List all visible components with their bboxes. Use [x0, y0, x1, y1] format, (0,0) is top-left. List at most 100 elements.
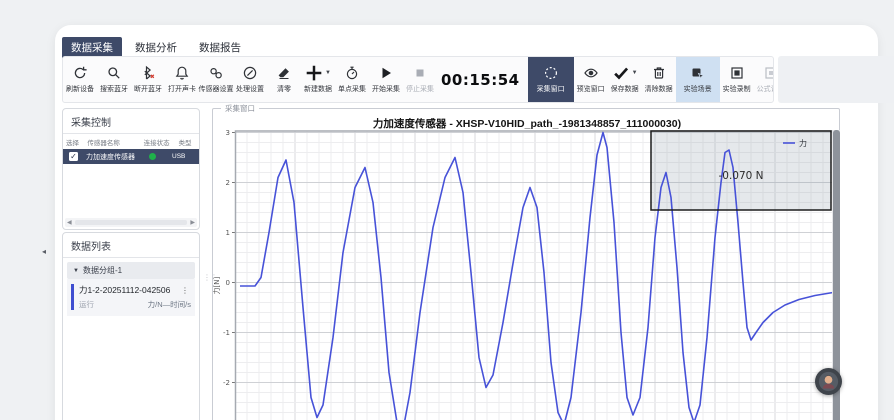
sensor-settings-button[interactable]: 传感器设置 — [199, 57, 233, 102]
button-label: 实验场景 — [684, 84, 712, 94]
data-item-axes: 力/N—时间/s — [148, 299, 191, 310]
button-label: 清除数据 — [645, 84, 673, 94]
acquisition-timer: 00:15:54 — [437, 57, 528, 102]
zero-button[interactable]: 清零 — [267, 57, 301, 102]
svg-text:-2: -2 — [223, 379, 230, 387]
acquisition-control-panel: 采集控制 选择 传感器名称 连接状态 类型 ✓ 力加速度传感器 USB ◀ ▶ — [62, 108, 200, 230]
col-type: 类型 — [179, 137, 196, 147]
data-group-row[interactable]: ▼ 数据分组-1 — [67, 262, 195, 279]
save-data-button[interactable]: ▼ 保存数据 — [608, 57, 642, 102]
col-select: 选择 — [66, 137, 87, 147]
panel-resize-handle[interactable]: ⋮⋮ — [203, 273, 217, 282]
button-label: 搜索蓝牙 — [100, 84, 128, 94]
sensor-row[interactable]: ✓ 力加速度传感器 USB — [63, 149, 199, 164]
col-sensor-name: 传感器名称 — [87, 137, 143, 147]
data-list-item[interactable]: 力1-2-20251112-042506 ⋮ 运行 力/N—时间/s — [67, 279, 195, 316]
search-icon — [106, 65, 122, 82]
stop-acquisition-button[interactable]: 停止采集 — [403, 57, 437, 102]
chart-title: 力加速度传感器 - XHSP-V10HID_path_-1981348857_1… — [213, 116, 841, 131]
formula-calc-button[interactable]: 公式计算 — [754, 57, 774, 102]
edit-circle-icon — [242, 65, 258, 82]
scroll-left-icon[interactable]: ◀ — [65, 219, 74, 226]
caret-down-icon: ▼ — [325, 70, 331, 76]
svg-text:3: 3 — [226, 130, 230, 137]
experiment-record-button[interactable]: 实验录制 — [720, 57, 754, 102]
sensor-checkbox[interactable]: ✓ — [69, 152, 78, 161]
refresh-device-button[interactable]: 刷新设备 — [63, 57, 97, 102]
acquisition-chart-panel: 采集窗口 力加速度传感器 - XHSP-V10HID_path_-1981348… — [212, 108, 840, 420]
app-window: 数据采集 数据分析 数据报告 刷新设备 搜索蓝牙 断开蓝牙 — [55, 25, 878, 420]
svg-text:1: 1 — [226, 229, 230, 237]
refresh-icon — [72, 65, 88, 82]
play-icon — [378, 65, 394, 82]
scene-icon — [690, 65, 706, 82]
button-label: 打开声卡 — [168, 84, 196, 94]
single-point-icon — [344, 65, 360, 82]
stop-icon — [412, 65, 428, 82]
legend-label: 力 — [799, 138, 807, 148]
button-label: 实验录制 — [723, 84, 751, 94]
button-label: 单点采集 — [338, 84, 366, 94]
horizontal-scrollbar[interactable]: ◀ ▶ — [65, 218, 197, 227]
disconnect-bluetooth-button[interactable]: 断开蓝牙 — [131, 57, 165, 102]
panel-title: 采集控制 — [63, 109, 199, 134]
status-dot — [149, 153, 156, 160]
bell-icon — [174, 65, 190, 82]
sensor-type: USB — [172, 153, 185, 160]
group-label: 数据分组-1 — [83, 265, 122, 276]
button-label: 停止采集 — [406, 84, 434, 94]
trash-icon — [651, 65, 667, 82]
eye-icon — [583, 65, 599, 82]
col-status: 连接状态 — [144, 137, 179, 147]
preview-window-button[interactable]: 预览窗口 — [574, 57, 608, 102]
button-label: 开始采集 — [372, 84, 400, 94]
search-bluetooth-button[interactable]: 搜索蓝牙 — [97, 57, 131, 102]
eraser-icon — [276, 65, 292, 82]
open-soundcard-button[interactable]: 打开声卡 — [165, 57, 199, 102]
y-axis: 3210-1-2力[N] — [213, 130, 235, 387]
clear-data-button[interactable]: 清除数据 — [642, 57, 676, 102]
svg-text:2: 2 — [226, 179, 230, 187]
new-data-button[interactable]: ▼ 新建数据 — [301, 57, 335, 102]
scroll-right-icon[interactable]: ▶ — [188, 219, 197, 226]
sensor-icon — [208, 65, 224, 82]
panel-title: 数据列表 — [63, 233, 199, 258]
toolbar-extension — [778, 56, 894, 103]
kebab-menu-icon[interactable]: ⋮ — [179, 286, 191, 295]
check-icon: ▼ — [612, 65, 638, 82]
acquisition-window-button[interactable]: 采集窗口 — [528, 57, 574, 102]
button-label: 公式计算 — [757, 84, 774, 94]
button-label: 保存数据 — [611, 84, 639, 94]
sensor-table-header: 选择 传感器名称 连接状态 类型 — [63, 134, 199, 149]
assistant-avatar-button[interactable] — [815, 368, 842, 395]
button-label: 预览窗口 — [577, 84, 605, 94]
chevron-down-icon: ▼ — [73, 268, 79, 274]
annotation-value: -0.070 N — [718, 170, 763, 182]
start-acquisition-button[interactable]: 开始采集 — [369, 57, 403, 102]
dashed-circle-icon — [543, 65, 559, 82]
single-point-button[interactable]: 单点采集 — [335, 57, 369, 102]
svg-text:-1: -1 — [223, 329, 230, 337]
experiment-scene-button[interactable]: 实验场景 — [676, 57, 720, 102]
avatar-icon — [818, 371, 839, 392]
button-label: 清零 — [277, 84, 291, 94]
chart-plot[interactable]: 3210-1-2力[N] -0.070 N 力 — [213, 130, 845, 420]
button-label: 刷新设备 — [66, 84, 94, 94]
process-settings-button[interactable]: 处理设置 — [233, 57, 267, 102]
svg-text:0: 0 — [226, 279, 230, 287]
sidebar-collapse-icon[interactable]: ◂ — [42, 247, 46, 256]
formula-icon — [763, 65, 774, 82]
toolbar: 刷新设备 搜索蓝牙 断开蓝牙 打开声卡 — [62, 56, 774, 103]
button-label: 采集窗口 — [537, 84, 565, 94]
data-item-title: 力1-2-20251112-042506 — [79, 284, 170, 296]
button-label: 传感器设置 — [199, 84, 234, 94]
scroll-track[interactable] — [75, 220, 188, 225]
plus-icon: ▼ — [305, 65, 331, 82]
record-icon — [729, 65, 745, 82]
button-label: 断开蓝牙 — [134, 84, 162, 94]
sensor-name: 力加速度传感器 — [86, 152, 141, 162]
panel-legend-label: 采集窗口 — [221, 103, 259, 114]
bluetooth-off-icon — [140, 65, 156, 82]
caret-down-icon: ▼ — [632, 70, 638, 76]
data-item-state: 运行 — [79, 299, 94, 310]
